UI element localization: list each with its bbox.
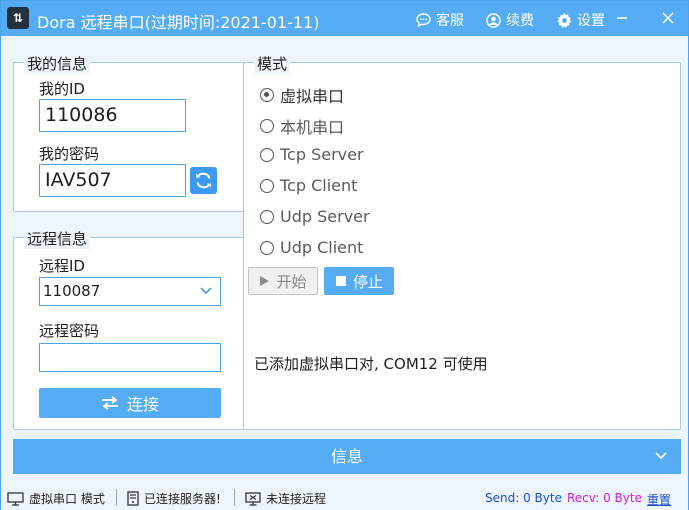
support-label: 客服	[436, 13, 464, 29]
mode-option-tcp-server[interactable]: Tcp Server	[260, 145, 364, 164]
info-panel-toggle[interactable]: 信息	[13, 439, 681, 474]
status-bar: 虚拟串口 模式 已连接服务器! 未连接远程 Send: 0 Byte Recv:…	[1, 486, 688, 510]
stop-icon	[335, 276, 346, 286]
remote-info-group: 远程信息 远程ID 110087 远程密码 连接	[13, 228, 263, 430]
remote-id-combobox[interactable]: 110087	[39, 277, 221, 306]
mode-option-udp-server[interactable]: Udp Server	[260, 207, 370, 226]
remote-password-label: 远程密码	[39, 322, 100, 340]
my-id-label: 我的ID	[39, 80, 85, 98]
mode-option-tcp-client[interactable]: Tcp Client	[260, 176, 357, 195]
status-mode-text: 虚拟串口 模式	[29, 492, 105, 506]
my-info-legend: 我的信息	[24, 53, 91, 74]
radio-button[interactable]	[260, 147, 274, 162]
status-separator	[116, 489, 117, 506]
remote-info-legend: 远程信息	[24, 228, 91, 249]
status-remote-text: 未连接远程	[266, 492, 327, 506]
status-mode: 虚拟串口 模式	[7, 490, 105, 507]
connect-label: 连接	[126, 395, 159, 414]
status-remote: 未连接远程	[245, 490, 326, 507]
support-button[interactable]: 客服	[416, 10, 464, 30]
monitor-icon	[7, 491, 24, 506]
info-bar-label: 信息	[330, 447, 363, 466]
status-separator	[234, 489, 235, 506]
close-icon[interactable]	[659, 9, 677, 27]
remote-password-field[interactable]	[39, 343, 221, 372]
remote-id-value: 110087	[43, 282, 101, 300]
connect-button[interactable]: 连接	[39, 388, 221, 418]
my-password-field[interactable]: IAV507	[39, 164, 186, 197]
status-server-text: 已连接服务器!	[144, 492, 221, 506]
mode-option-label: 虚拟串口	[280, 87, 345, 106]
mode-option-label: 本机串口	[280, 118, 345, 137]
mode-option-label: Tcp Client	[280, 176, 358, 195]
mode-option-label: Tcp Server	[280, 145, 364, 164]
title-bar[interactable]: ⇅ Dora 远程串口(过期时间:2021-01-11) 客服 续费 设置	[1, 1, 688, 36]
remote-monitor-icon	[245, 491, 261, 506]
mode-option-label: Udp Client	[280, 238, 364, 257]
remote-id-label: 远程ID	[39, 257, 85, 275]
reset-counters-link[interactable]: 重置	[647, 491, 671, 508]
mode-option-udp-client[interactable]: Udp Client	[260, 238, 363, 257]
settings-label: 设置	[577, 13, 605, 29]
mode-legend: 模式	[254, 53, 291, 74]
mode-option-local-serial[interactable]: 本机串口	[260, 114, 344, 138]
mode-option-virtual-serial[interactable]: 虚拟串口	[260, 83, 344, 107]
radio-button[interactable]	[260, 178, 274, 193]
radio-button[interactable]	[260, 209, 274, 224]
renew-label: 续费	[506, 13, 534, 29]
radio-button[interactable]	[260, 240, 274, 255]
chevron-down-icon	[655, 452, 667, 460]
start-button[interactable]: 开始	[248, 267, 318, 295]
gear-icon	[557, 12, 572, 28]
settings-button[interactable]: 设置	[557, 10, 605, 30]
mode-group: 模式 虚拟串口 本机串口 Tcp Server Tcp Client Udp S…	[243, 53, 681, 430]
app-logo-icon: ⇅	[7, 7, 29, 29]
user-icon	[486, 12, 501, 28]
chat-icon	[416, 13, 431, 27]
refresh-password-button[interactable]	[190, 167, 217, 194]
status-server: 已连接服务器!	[127, 490, 221, 507]
refresh-icon	[196, 172, 211, 189]
minimize-icon[interactable]	[613, 9, 631, 27]
window-title: Dora 远程串口(过期时间:2021-01-11)	[37, 13, 320, 32]
radio-button[interactable]	[260, 119, 274, 133]
play-icon	[260, 276, 270, 286]
app-window: ⇅ Dora 远程串口(过期时间:2021-01-11) 客服 续费 设置 我的…	[0, 0, 689, 510]
mode-option-label: Udp Server	[280, 207, 370, 226]
radio-button[interactable]	[260, 88, 274, 102]
stop-button[interactable]: 停止	[324, 267, 394, 295]
stop-label: 停止	[352, 272, 383, 291]
send-counter: Send: 0 Byte	[485, 491, 562, 505]
renew-button[interactable]: 续费	[486, 10, 534, 30]
my-password-label: 我的密码	[39, 145, 100, 163]
server-icon	[127, 491, 139, 506]
start-label: 开始	[276, 272, 307, 291]
recv-counter: Recv: 0 Byte	[567, 491, 642, 505]
chevron-down-icon	[200, 287, 212, 295]
my-info-group: 我的信息 我的ID 110086 我的密码 IAV507	[13, 53, 263, 212]
mode-status-message: 已添加虚拟串口对, COM12 可使用	[254, 355, 488, 373]
my-id-field[interactable]: 110086	[39, 99, 186, 132]
swap-icon	[101, 396, 118, 410]
